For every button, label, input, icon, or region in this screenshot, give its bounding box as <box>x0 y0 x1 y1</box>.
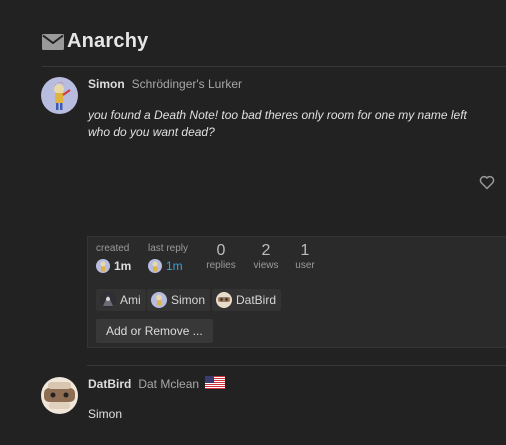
replies-count: 0 <box>216 242 226 259</box>
participant-name: Ami <box>120 293 141 307</box>
user-title: Dat Mclean <box>138 377 200 391</box>
last-reply-stat[interactable]: last reply 1m <box>148 243 188 273</box>
replies-label: replies <box>206 260 236 271</box>
created-value: 1m <box>114 259 132 273</box>
us-flag-icon <box>205 376 226 392</box>
post-meta: Simon Schrödinger's Lurker <box>88 77 242 91</box>
participant-name: Simon <box>171 293 206 307</box>
username[interactable]: Simon <box>88 77 125 91</box>
participant-ami[interactable]: Ami <box>96 289 146 311</box>
topic-header: Anarchy <box>42 30 148 53</box>
views-label: views <box>253 260 279 271</box>
avatar <box>96 259 110 273</box>
post-meta: DatBird Dat Mclean <box>88 376 226 392</box>
created-label: created <box>96 243 130 254</box>
user-title: Schrödinger's Lurker <box>131 77 243 91</box>
views-stat: 2 views <box>250 242 282 271</box>
avatar <box>151 292 167 308</box>
last-reply-value: 1m <box>166 259 183 273</box>
topic-title[interactable]: Anarchy <box>67 30 148 53</box>
avatar <box>216 292 232 308</box>
post-text: Simon <box>88 407 123 421</box>
envelope-icon <box>42 33 64 50</box>
post-body: you found a Death Note! too bad theres o… <box>88 107 488 141</box>
divider <box>87 365 506 366</box>
divider <box>42 66 506 67</box>
post-body: Simon <box>88 406 488 423</box>
post-text: you found a Death Note! too bad theres o… <box>88 108 467 139</box>
avatar[interactable] <box>41 77 78 114</box>
views-count: 2 <box>261 242 271 259</box>
last-reply-label: last reply <box>148 243 189 254</box>
heart-icon[interactable] <box>479 175 497 191</box>
users-label: user <box>295 260 315 271</box>
created-stat[interactable]: created 1m <box>96 243 131 273</box>
avatar <box>148 259 162 273</box>
avatar[interactable] <box>41 377 78 414</box>
users-stat: 1 user <box>290 242 320 271</box>
participant-datbird[interactable]: DatBird <box>212 289 282 311</box>
users-count: 1 <box>300 242 310 259</box>
avatar <box>100 292 116 308</box>
participant-name: DatBird <box>236 293 277 307</box>
topic-map: created 1m last reply 1m 0 replies 2 vie… <box>87 236 506 348</box>
add-remove-button[interactable]: Add or Remove ... <box>96 319 213 343</box>
username[interactable]: DatBird <box>88 377 131 391</box>
replies-stat: 0 replies <box>205 242 237 271</box>
participant-simon[interactable]: Simon <box>147 289 211 311</box>
